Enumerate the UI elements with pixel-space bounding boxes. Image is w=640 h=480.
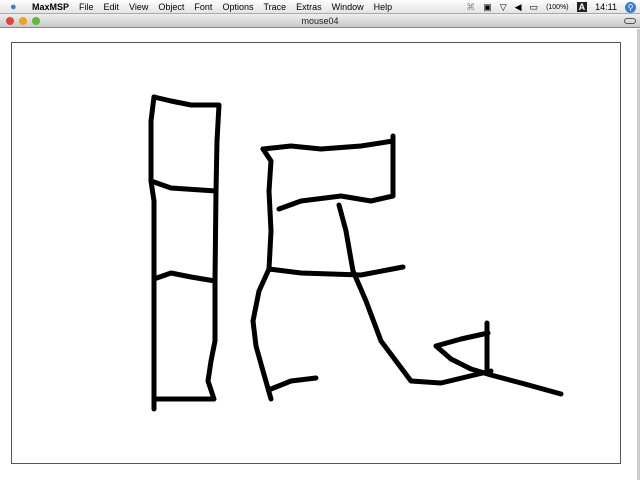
stroke — [433, 343, 564, 397]
minimize-button[interactable] — [19, 17, 27, 25]
battery-icon[interactable]: ▭ — [530, 2, 539, 13]
drawing — [148, 94, 564, 412]
stroke — [151, 270, 218, 284]
patcher-window — [0, 29, 640, 480]
window-title: mouse04 — [301, 16, 339, 26]
stroke — [336, 202, 494, 386]
stroke — [148, 94, 157, 412]
menu-help[interactable]: Help — [374, 2, 393, 12]
clock[interactable]: 14:11 — [595, 2, 617, 12]
wifi-icon[interactable]: ▽ — [500, 2, 507, 13]
battery-percent: (100%) — [546, 3, 569, 11]
menu-options[interactable]: Options — [222, 2, 253, 12]
menu-trace[interactable]: Trace — [263, 2, 286, 12]
close-button[interactable] — [6, 17, 14, 25]
window-titlebar[interactable]: mouse04 — [0, 14, 640, 28]
drawing-canvas[interactable] — [11, 42, 621, 464]
menu-font[interactable]: Font — [194, 2, 212, 12]
stroke — [433, 330, 491, 349]
display-icon[interactable]: ▣ — [483, 2, 492, 13]
input-menu[interactable]: A — [576, 2, 588, 12]
stroke — [260, 138, 396, 152]
script-menu-icon[interactable]: ⌘ — [466, 2, 475, 13]
stroke — [250, 146, 274, 402]
stroke — [151, 94, 222, 402]
menu-object[interactable]: Object — [158, 2, 184, 12]
volume-icon[interactable]: ◀ — [515, 2, 522, 13]
zoom-button[interactable] — [32, 17, 40, 25]
stroke — [268, 375, 319, 392]
menu-view[interactable]: View — [129, 2, 148, 12]
menu-file[interactable]: File — [79, 2, 94, 12]
apple-menu-icon[interactable]: ● — [10, 1, 24, 13]
stroke — [266, 264, 406, 278]
spotlight-icon[interactable]: ⚲ — [625, 1, 636, 13]
menu-extras[interactable]: Extras — [296, 2, 322, 12]
menu-edit[interactable]: Edit — [104, 2, 120, 12]
toolbar-toggle-button[interactable] — [624, 18, 636, 24]
menu-window[interactable]: Window — [332, 2, 364, 12]
stroke — [148, 178, 219, 194]
menu-bar: ● MaxMSP File Edit View Object Font Opti… — [0, 0, 640, 14]
menu-app[interactable]: MaxMSP — [32, 2, 69, 12]
